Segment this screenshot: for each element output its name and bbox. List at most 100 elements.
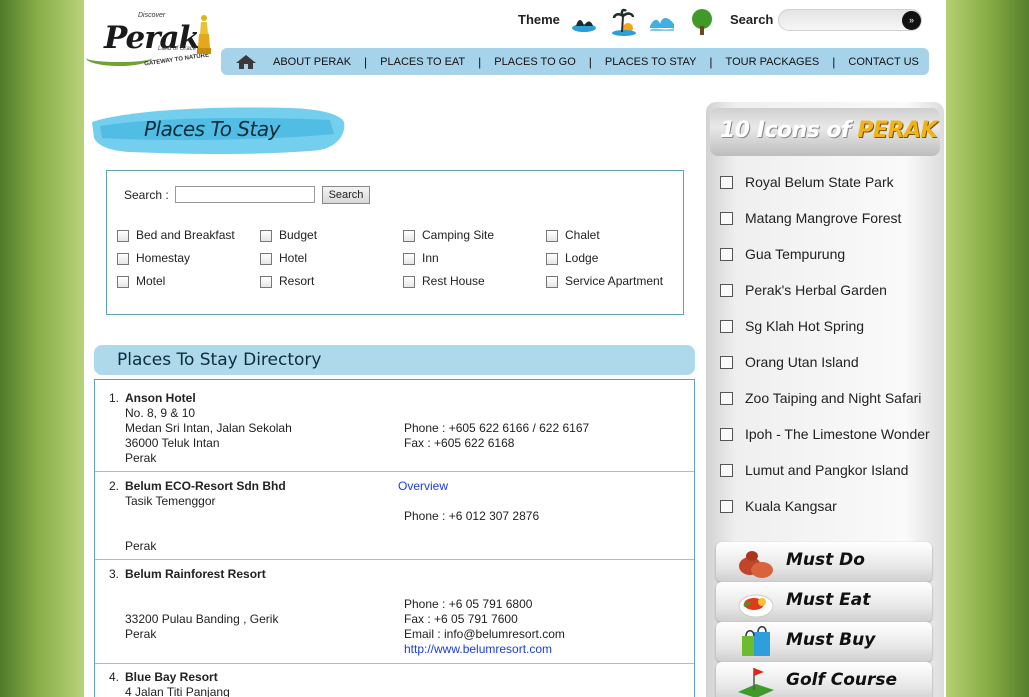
filter-search-label: Search : bbox=[124, 188, 169, 202]
checkbox[interactable] bbox=[117, 276, 129, 288]
page-title-banner: Places To Stay bbox=[90, 104, 346, 156]
filter-search-input[interactable] bbox=[175, 186, 315, 203]
waves-icon[interactable] bbox=[648, 8, 676, 36]
category-bed-and-breakfast[interactable]: Bed and Breakfast bbox=[117, 227, 235, 242]
nav-about-perak[interactable]: ABOUT PERAK bbox=[273, 56, 351, 68]
entry-phone: Phone : +605 622 6166 / 622 6167 bbox=[404, 421, 590, 435]
icons-title: 10 Icons of PERAK bbox=[720, 118, 938, 143]
checkbox[interactable] bbox=[720, 391, 733, 405]
checkbox[interactable] bbox=[720, 499, 733, 513]
entry-website-link[interactable]: http://www.belumresort.com bbox=[404, 642, 552, 656]
entry-number: 4. bbox=[109, 670, 120, 684]
header-search-input[interactable] bbox=[778, 9, 922, 31]
icon-item-sg-klah[interactable]: Sg Klah Hot Spring bbox=[720, 318, 864, 334]
checkbox[interactable] bbox=[720, 463, 733, 477]
nav-places-to-eat[interactable]: PLACES TO EAT bbox=[380, 56, 465, 68]
icon-item-ipoh[interactable]: Ipoh - The Limestone Wonder bbox=[720, 426, 930, 442]
icon-item-gua-tempurung[interactable]: Gua Tempurung bbox=[720, 246, 845, 262]
checkbox[interactable] bbox=[720, 211, 733, 225]
category-motel[interactable]: Motel bbox=[117, 273, 165, 288]
nav-separator: | bbox=[588, 54, 592, 69]
icon-item-label: Royal Belum State Park bbox=[745, 174, 894, 190]
checkbox[interactable] bbox=[546, 276, 558, 288]
icon-item-lumut-pangkor[interactable]: Lumut and Pangkor Island bbox=[720, 462, 908, 478]
directory-title: Places To Stay Directory bbox=[117, 350, 322, 370]
entry-address-line: Perak bbox=[125, 451, 157, 465]
header-search-label: Search bbox=[730, 12, 774, 27]
category-resort[interactable]: Resort bbox=[260, 273, 314, 288]
nav-tour-packages[interactable]: TOUR PACKAGES bbox=[726, 56, 820, 68]
checkbox[interactable] bbox=[260, 253, 272, 265]
category-lodge[interactable]: Lodge bbox=[546, 250, 598, 265]
entry-overview-link[interactable]: Overview bbox=[398, 479, 448, 493]
nav-separator: | bbox=[478, 54, 482, 69]
nav-contact-us[interactable]: CONTACT US bbox=[848, 56, 919, 68]
icon-item-royal-belum[interactable]: Royal Belum State Park bbox=[720, 174, 894, 190]
must-eat-button[interactable]: Must Eat bbox=[716, 582, 932, 622]
checkbox[interactable] bbox=[403, 230, 415, 242]
icon-item-orang-utan[interactable]: Orang Utan Island bbox=[720, 354, 859, 370]
logo-subtitle: Land of Grace bbox=[158, 46, 197, 52]
checkbox[interactable] bbox=[403, 253, 415, 265]
entry-email: Email : info@belumresort.com bbox=[404, 627, 565, 641]
icon-item-matang-mangrove[interactable]: Matang Mangrove Forest bbox=[720, 210, 901, 226]
icon-item-herbal-garden[interactable]: Perak's Herbal Garden bbox=[720, 282, 887, 298]
tree-icon[interactable] bbox=[688, 8, 716, 36]
category-chalet[interactable]: Chalet bbox=[546, 227, 600, 242]
checkbox[interactable] bbox=[117, 230, 129, 242]
perak-logo[interactable]: Discover Perak Land of Grace GATEWAY TO … bbox=[86, 10, 216, 68]
entry-name[interactable]: Blue Bay Resort bbox=[125, 670, 218, 684]
directory-entry: 2. Belum ECO-Resort Sdn Bhd Overview Tas… bbox=[95, 472, 694, 560]
entry-name[interactable]: Anson Hotel bbox=[125, 391, 196, 405]
checkbox[interactable] bbox=[720, 319, 733, 333]
category-label: Hotel bbox=[279, 250, 308, 265]
checkbox[interactable] bbox=[117, 253, 129, 265]
icon-item-label: Kuala Kangsar bbox=[745, 498, 837, 514]
entry-name[interactable]: Belum ECO-Resort Sdn Bhd bbox=[125, 479, 286, 493]
islands-icon[interactable] bbox=[570, 8, 598, 36]
category-camping-site[interactable]: Camping Site bbox=[403, 227, 494, 242]
must-do-button[interactable]: Must Do bbox=[716, 542, 932, 582]
category-service-apartment[interactable]: Service Apartment bbox=[546, 273, 663, 288]
checkbox[interactable] bbox=[720, 283, 733, 297]
logo-discover: Discover bbox=[138, 12, 166, 19]
checkbox[interactable] bbox=[720, 247, 733, 261]
nav-places-to-stay[interactable]: PLACES TO STAY bbox=[605, 56, 697, 68]
entry-address-line: 33200 Pulau Banding , Gerik bbox=[125, 612, 279, 626]
must-do-label: Must Do bbox=[786, 550, 865, 570]
golf-course-button[interactable]: Golf Course bbox=[716, 662, 932, 697]
category-budget[interactable]: Budget bbox=[260, 227, 317, 242]
category-hotel[interactable]: Hotel bbox=[260, 250, 307, 265]
filter-search-button[interactable]: Search bbox=[322, 186, 370, 204]
filter-panel: Search : Search Bed and Breakfast Budget… bbox=[106, 170, 684, 315]
category-homestay[interactable]: Homestay bbox=[117, 250, 190, 265]
palm-beach-icon[interactable] bbox=[610, 8, 638, 36]
category-label: Rest House bbox=[422, 273, 485, 288]
entry-number: 3. bbox=[109, 567, 120, 581]
category-inn[interactable]: Inn bbox=[403, 250, 439, 265]
entry-address-line: No. 8, 9 & 10 bbox=[125, 406, 196, 420]
icon-item-zoo-taiping[interactable]: Zoo Taiping and Night Safari bbox=[720, 390, 921, 406]
home-icon[interactable] bbox=[235, 54, 257, 70]
category-label: Chalet bbox=[565, 227, 600, 242]
must-eat-label: Must Eat bbox=[786, 590, 871, 610]
header-search-go-button[interactable]: » bbox=[902, 11, 921, 30]
food-plate-icon bbox=[738, 594, 774, 618]
category-rest-house[interactable]: Rest House bbox=[403, 273, 485, 288]
icon-item-label: Ipoh - The Limestone Wonder bbox=[745, 426, 930, 442]
entry-fax: Fax : +605 622 6168 bbox=[404, 436, 515, 450]
checkbox[interactable] bbox=[260, 276, 272, 288]
checkbox[interactable] bbox=[260, 230, 272, 242]
checkbox[interactable] bbox=[403, 276, 415, 288]
icon-item-kuala-kangsar[interactable]: Kuala Kangsar bbox=[720, 498, 837, 514]
checkbox[interactable] bbox=[720, 175, 733, 189]
checkbox[interactable] bbox=[546, 253, 558, 265]
logo-swoosh bbox=[86, 50, 152, 66]
checkbox[interactable] bbox=[720, 355, 733, 369]
nav-places-to-go[interactable]: PLACES TO GO bbox=[494, 56, 576, 68]
checkbox[interactable] bbox=[720, 427, 733, 441]
must-buy-button[interactable]: Must Buy bbox=[716, 622, 932, 662]
checkbox[interactable] bbox=[546, 230, 558, 242]
directory-entry: 1. Anson Hotel No. 8, 9 & 10 Medan Sri I… bbox=[95, 380, 694, 472]
entry-name[interactable]: Belum Rainforest Resort bbox=[125, 567, 266, 581]
